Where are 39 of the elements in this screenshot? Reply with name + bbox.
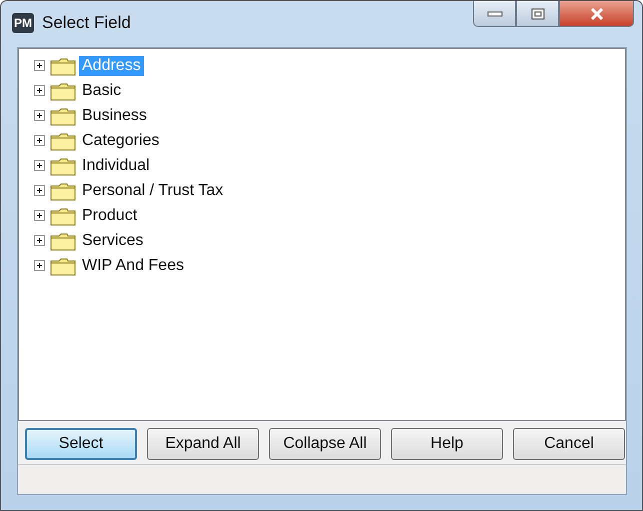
close-button[interactable] xyxy=(559,1,634,27)
expand-icon[interactable] xyxy=(33,84,47,98)
folder-icon xyxy=(49,180,77,200)
dialog-button[interactable]: Expand All xyxy=(147,428,259,460)
expand-icon[interactable] xyxy=(33,158,47,172)
tree-item[interactable]: Categories xyxy=(79,130,162,150)
minimize-button[interactable] xyxy=(473,1,516,27)
folder-icon xyxy=(49,56,77,76)
tree-item[interactable]: Product xyxy=(79,206,140,226)
dialog-button[interactable]: Cancel xyxy=(513,428,625,460)
folder-icon xyxy=(49,156,77,176)
folder-icon xyxy=(49,80,77,100)
folder-icon xyxy=(49,256,77,276)
minimize-icon xyxy=(486,10,502,18)
folder-icon xyxy=(49,106,77,126)
close-icon xyxy=(590,8,604,20)
tree-item[interactable]: Business xyxy=(79,106,150,126)
folder-icon xyxy=(49,206,77,226)
tree-item[interactable]: Personal / Trust Tax xyxy=(79,180,226,200)
tree-item[interactable]: Individual xyxy=(79,156,153,176)
expand-icon[interactable] xyxy=(33,184,47,198)
expand-icon[interactable] xyxy=(33,258,47,272)
expand-icon[interactable] xyxy=(33,108,47,122)
tree-item[interactable]: Basic xyxy=(79,80,124,100)
dialog-button[interactable]: Collapse All xyxy=(269,428,381,460)
tree-item[interactable]: Services xyxy=(79,230,146,250)
window-title: Select Field xyxy=(42,13,131,33)
maximize-button[interactable] xyxy=(516,1,559,27)
tree-item[interactable]: WIP And Fees xyxy=(79,256,187,276)
dialog-button[interactable]: Select xyxy=(25,428,137,460)
expand-icon[interactable] xyxy=(33,134,47,148)
expand-icon[interactable] xyxy=(33,58,47,72)
expand-icon[interactable] xyxy=(33,234,47,248)
expand-icon[interactable] xyxy=(33,208,47,222)
app-badge: PM xyxy=(12,13,34,33)
folder-icon xyxy=(49,230,77,250)
dialog-button[interactable]: Help xyxy=(391,428,503,460)
folder-icon xyxy=(49,130,77,150)
maximize-icon xyxy=(530,8,544,20)
